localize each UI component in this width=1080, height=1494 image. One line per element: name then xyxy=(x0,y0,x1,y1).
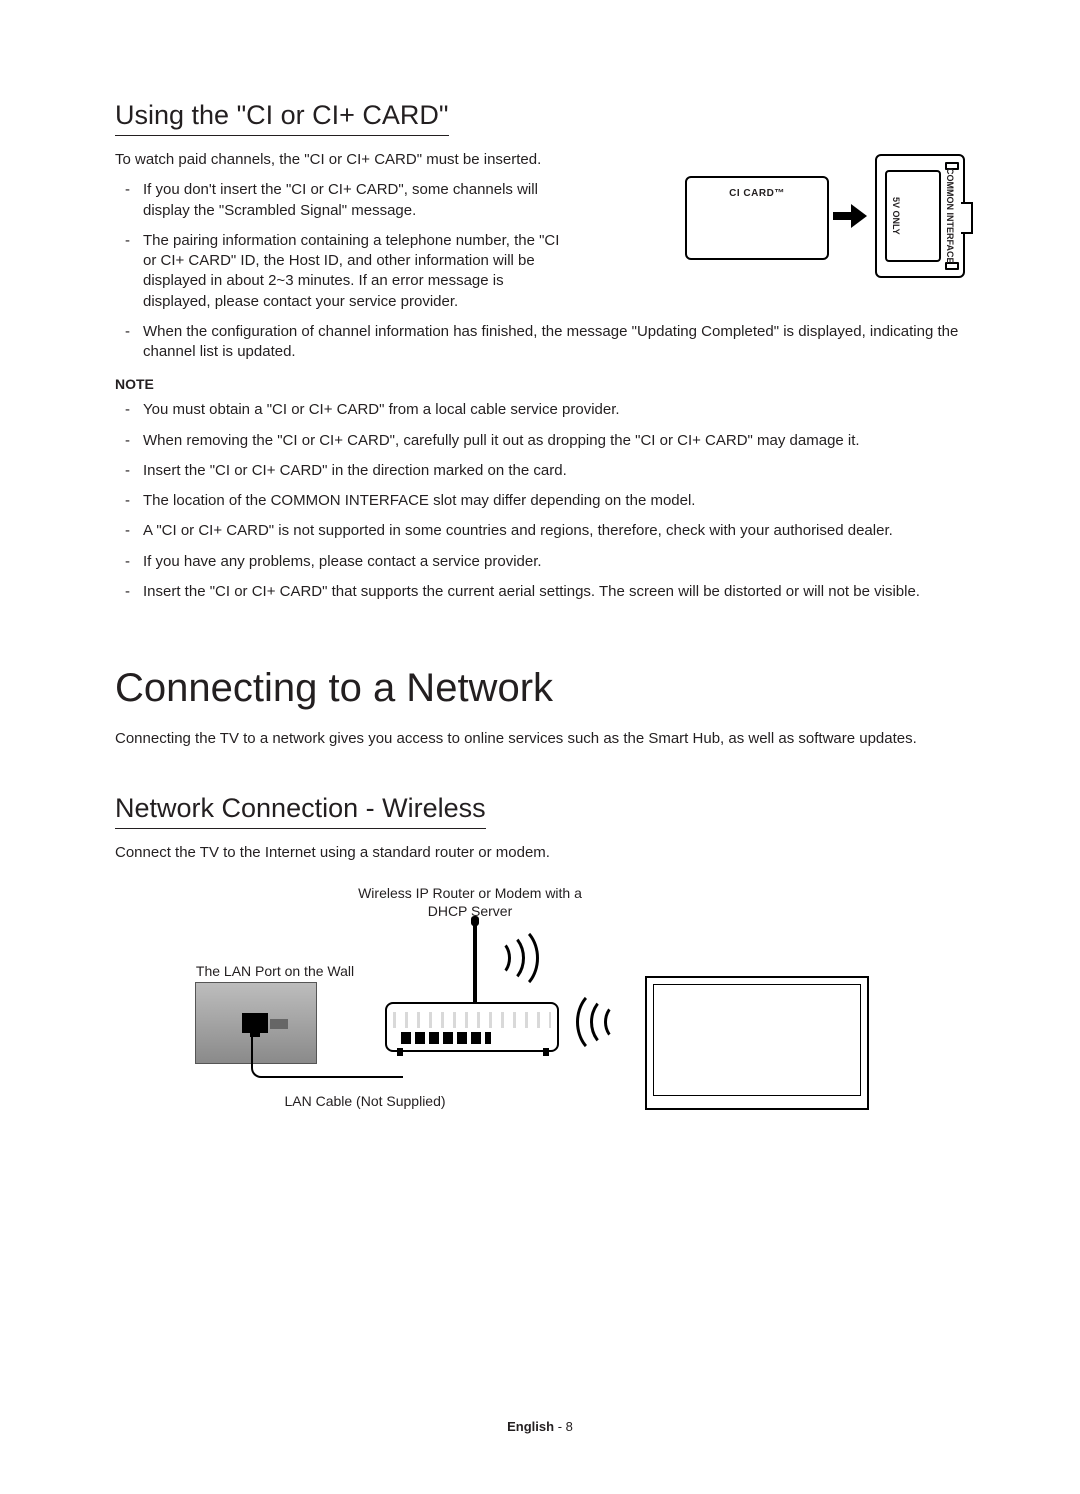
router-ports-icon xyxy=(401,1032,491,1044)
footer-language: English xyxy=(507,1419,554,1434)
slot-label-5v-only: 5V ONLY xyxy=(889,170,903,262)
wifi-signal-out-icon xyxy=(485,920,545,990)
page-footer: English - 8 xyxy=(0,1419,1080,1434)
section-title-wireless: Network Connection - Wireless xyxy=(115,793,486,829)
footer-page-number: 8 xyxy=(566,1419,573,1434)
note-bullets: You must obtain a "CI or CI+ CARD" from … xyxy=(115,400,965,602)
list-item: When removing the "CI or CI+ CARD", care… xyxy=(143,431,965,451)
caption-wall-port: The LAN Port on the Wall xyxy=(175,962,375,980)
list-item: Insert the "CI or CI+ CARD" that support… xyxy=(143,582,965,602)
caption-lan-cable: LAN Cable (Not Supplied) xyxy=(265,1092,465,1110)
network-intro: Connecting the TV to a network gives you… xyxy=(115,729,965,749)
list-item: You must obtain a "CI or CI+ CARD" from … xyxy=(143,400,965,420)
ci-card-label: CI CARD™ xyxy=(687,188,827,199)
ci-card-intro: To watch paid channels, the "CI or CI+ C… xyxy=(115,150,665,170)
ci-card-icon: CI CARD™ xyxy=(685,176,829,260)
router-foot-icon xyxy=(397,1048,403,1056)
list-item: If you don't insert the "CI or CI+ CARD"… xyxy=(143,180,573,221)
ci-card-mid-bullets: When the configuration of channel inform… xyxy=(115,322,965,363)
wifi-signal-in-icon xyxy=(570,984,630,1054)
heading-connecting-network: Connecting to a Network xyxy=(115,666,965,711)
note-heading: NOTE xyxy=(115,376,965,392)
wireless-intro: Connect the TV to the Internet using a s… xyxy=(115,843,965,863)
tv-icon xyxy=(645,976,869,1110)
router-icon xyxy=(385,1002,559,1052)
list-item: When the configuration of channel inform… xyxy=(143,322,965,363)
footer-sep: - xyxy=(554,1419,566,1434)
arrow-right-icon xyxy=(833,202,867,228)
caption-router: Wireless IP Router or Modem with a DHCP … xyxy=(355,884,585,920)
common-interface-slot-icon: COMMON INTERFACE 5V ONLY xyxy=(875,154,965,278)
wireless-diagram: Wireless IP Router or Modem with a DHCP … xyxy=(155,884,915,1114)
ci-card-top-bullets: If you don't insert the "CI or CI+ CARD"… xyxy=(115,180,665,312)
router-antenna-icon xyxy=(473,922,477,1004)
ci-card-diagram: CI CARD™ COMMON INTERFACE 5V ONLY xyxy=(685,154,965,274)
list-item: Insert the "CI or CI+ CARD" in the direc… xyxy=(143,461,965,481)
router-foot-icon xyxy=(543,1048,549,1056)
list-item: A "CI or CI+ CARD" is not supported in s… xyxy=(143,521,965,541)
list-item: The location of the COMMON INTERFACE slo… xyxy=(143,491,965,511)
ci-card-row: To watch paid channels, the "CI or CI+ C… xyxy=(115,150,965,322)
list-item: If you have any problems, please contact… xyxy=(143,552,965,572)
slot-label-common-interface: COMMON INTERFACE xyxy=(943,170,957,262)
lan-cable-icon xyxy=(251,1026,403,1078)
section-title-ci-card: Using the "CI or CI+ CARD" xyxy=(115,100,449,136)
list-item: The pairing information containing a tel… xyxy=(143,231,573,312)
manual-page: Using the "CI or CI+ CARD" To watch paid… xyxy=(0,0,1080,1494)
